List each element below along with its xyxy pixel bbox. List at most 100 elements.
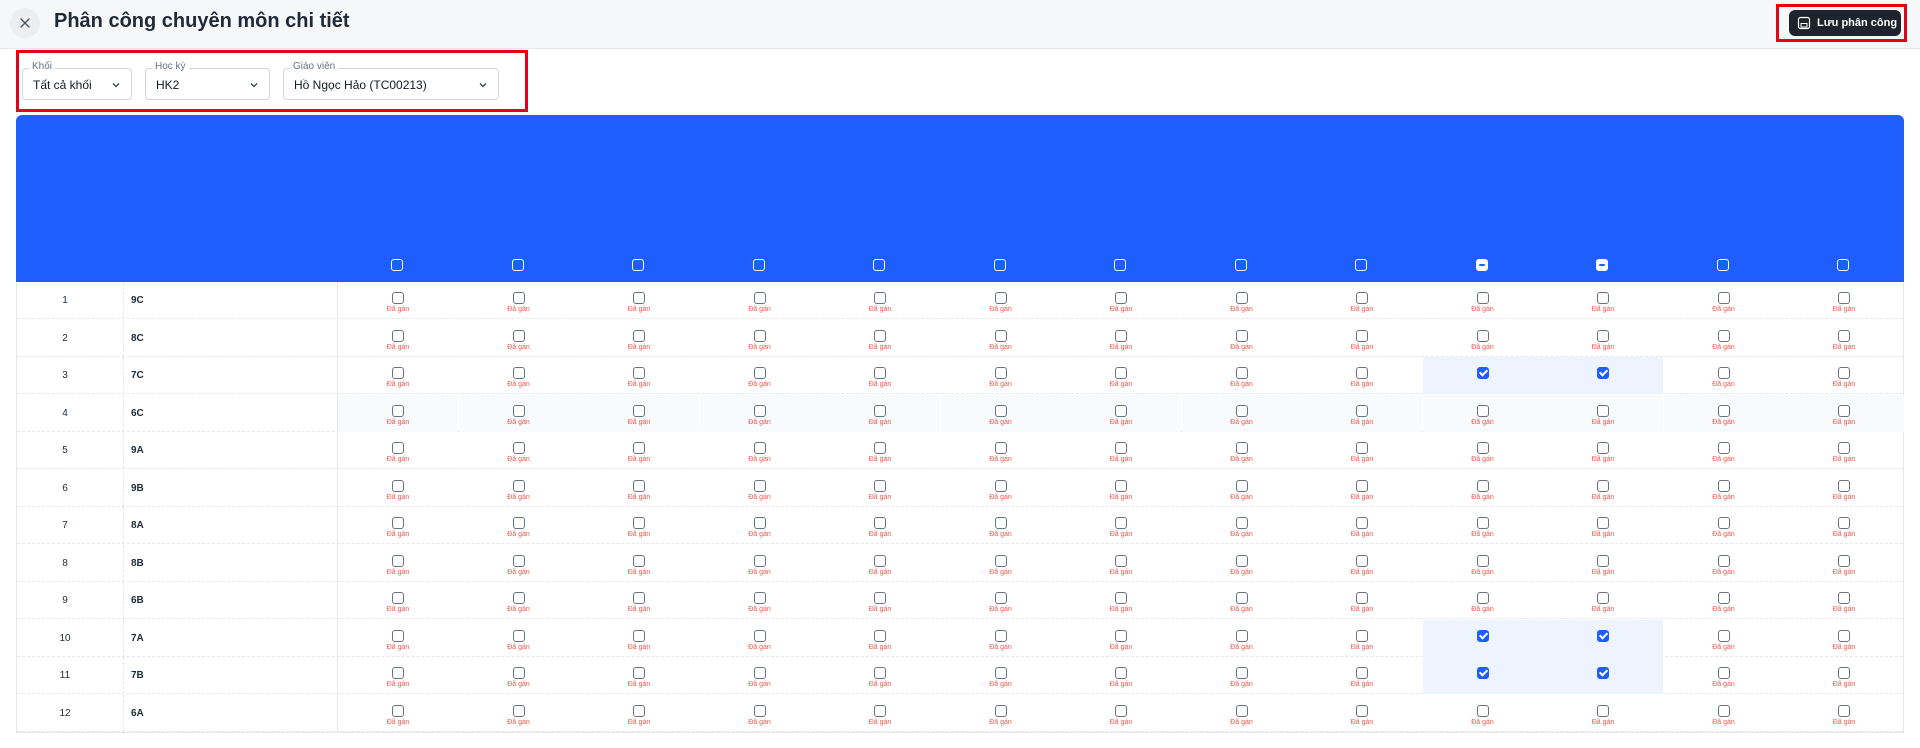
assignment-checkbox[interactable] [874,517,886,529]
assignment-checkbox[interactable] [1356,554,1368,567]
assignment-checkbox[interactable] [1597,554,1609,567]
assignment-checkbox[interactable] [753,667,766,679]
assignment-checkbox[interactable] [874,329,886,342]
assignment-checkbox[interactable] [392,329,404,342]
assignment-checkbox[interactable] [1235,704,1248,717]
assignment-checkbox[interactable] [1115,592,1127,604]
assignment-checkbox[interactable] [1476,479,1489,492]
assignment-checkbox[interactable] [994,367,1007,379]
assignment-checkbox[interactable] [1235,479,1248,492]
assignment-checkbox[interactable] [512,329,525,342]
assignment-checkbox[interactable] [633,329,645,342]
assignment-checkbox[interactable] [1476,554,1489,567]
assignment-checkbox[interactable] [1838,442,1850,454]
assignment-checkbox[interactable] [1235,592,1248,604]
assignment-checkbox[interactable] [1476,367,1489,379]
assignment-checkbox[interactable] [994,479,1007,492]
assignment-checkbox[interactable] [1356,329,1368,342]
assignment-checkbox[interactable] [874,554,886,567]
assignment-checkbox[interactable] [1597,329,1609,342]
assignment-checkbox[interactable] [1717,329,1730,342]
assignment-checkbox[interactable] [994,704,1007,717]
assignment-checkbox[interactable] [392,667,404,679]
assignment-checkbox[interactable] [1235,292,1248,304]
assignment-checkbox[interactable] [1235,442,1248,454]
assignment-checkbox[interactable] [1717,592,1730,604]
assignment-checkbox[interactable] [392,442,404,454]
assignment-checkbox[interactable] [1356,479,1368,492]
assignment-checkbox[interactable] [392,592,404,604]
assignment-checkbox[interactable] [1717,292,1730,304]
assignment-checkbox[interactable] [633,292,645,304]
header-select-all-checkbox[interactable] [1596,259,1608,271]
assignment-checkbox[interactable] [753,442,766,454]
header-select-all-checkbox[interactable] [1716,259,1729,271]
assignment-checkbox[interactable] [753,704,766,717]
assignment-checkbox[interactable] [753,367,766,379]
assignment-checkbox[interactable] [874,592,886,604]
assignment-checkbox[interactable] [633,704,645,717]
assignment-checkbox[interactable] [1115,554,1127,567]
assignment-checkbox[interactable] [512,629,525,642]
assignment-checkbox[interactable] [1235,629,1248,642]
assignment-checkbox[interactable] [753,404,766,417]
assignment-checkbox[interactable] [512,292,525,304]
assignment-checkbox[interactable] [512,479,525,492]
assignment-checkbox[interactable] [874,292,886,304]
header-select-all-checkbox[interactable] [1114,259,1126,271]
assignment-checkbox[interactable] [512,667,525,679]
assignment-checkbox[interactable] [1597,592,1609,604]
header-select-all-checkbox[interactable] [391,259,403,271]
assignment-checkbox[interactable] [1235,554,1248,567]
assignment-checkbox[interactable] [633,629,645,642]
assignment-checkbox[interactable] [1235,404,1248,417]
assignment-checkbox[interactable] [994,292,1007,304]
assignment-checkbox[interactable] [1838,667,1850,679]
assignment-checkbox[interactable] [1115,629,1127,642]
assignment-checkbox[interactable] [1717,479,1730,492]
assignment-checkbox[interactable] [1717,704,1730,717]
assignment-checkbox[interactable] [1476,329,1489,342]
assignment-checkbox[interactable] [994,629,1007,642]
assignment-checkbox[interactable] [874,404,886,417]
assignment-checkbox[interactable] [1476,592,1489,604]
assignment-checkbox[interactable] [994,404,1007,417]
assignment-checkbox[interactable] [994,517,1007,529]
assignment-checkbox[interactable] [753,329,766,342]
header-select-all-checkbox[interactable] [752,259,765,271]
assignment-checkbox[interactable] [1356,667,1368,679]
assignment-checkbox[interactable] [1356,292,1368,304]
assignment-checkbox[interactable] [874,479,886,492]
header-select-all-checkbox[interactable] [632,259,644,271]
assignment-checkbox[interactable] [1476,404,1489,417]
assignment-checkbox[interactable] [874,629,886,642]
assignment-checkbox[interactable] [874,442,886,454]
save-assignment-button[interactable]: Lưu phân công [1789,10,1901,36]
assignment-checkbox[interactable] [994,442,1007,454]
assignment-checkbox[interactable] [512,592,525,604]
assignment-checkbox[interactable] [512,367,525,379]
assignment-checkbox[interactable] [1356,404,1368,417]
assignment-checkbox[interactable] [1597,629,1609,642]
assignment-checkbox[interactable] [1838,292,1850,304]
assignment-checkbox[interactable] [1717,667,1730,679]
assignment-checkbox[interactable] [512,704,525,717]
assignment-checkbox[interactable] [392,292,404,304]
assignment-checkbox[interactable] [633,517,645,529]
assignment-checkbox[interactable] [633,367,645,379]
assignment-checkbox[interactable] [392,517,404,529]
assignment-checkbox[interactable] [392,367,404,379]
assignment-checkbox[interactable] [1838,629,1850,642]
assignment-checkbox[interactable] [392,704,404,717]
assignment-checkbox[interactable] [512,404,525,417]
assignment-checkbox[interactable] [874,667,886,679]
assignment-checkbox[interactable] [392,629,404,642]
assignment-checkbox[interactable] [1597,442,1609,454]
assignment-checkbox[interactable] [1235,329,1248,342]
header-select-all-checkbox[interactable] [873,259,885,271]
assignment-checkbox[interactable] [1597,667,1609,679]
assignment-checkbox[interactable] [1838,367,1850,379]
assignment-checkbox[interactable] [1115,704,1127,717]
assignment-checkbox[interactable] [512,554,525,567]
assignment-checkbox[interactable] [1356,704,1368,717]
